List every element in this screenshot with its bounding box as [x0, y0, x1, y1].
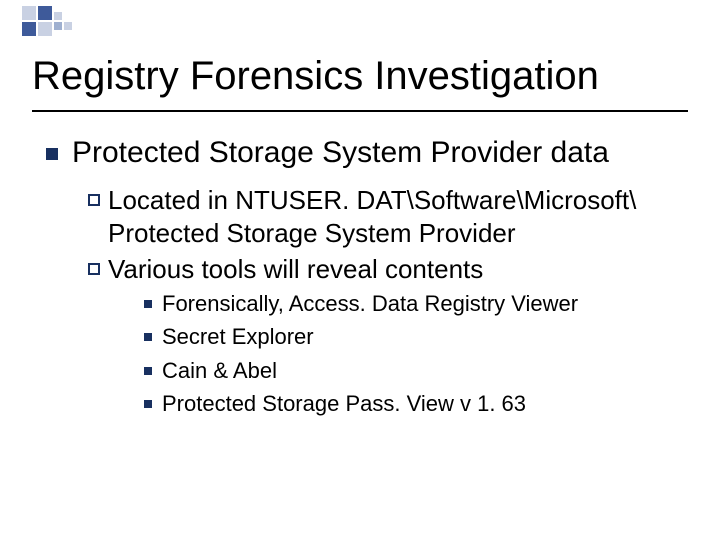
slide-body: Protected Storage System Provider data L… [46, 136, 680, 424]
list-item-text: Protected Storage Pass. View v 1. 63 [162, 390, 680, 419]
list-item: Forensically, Access. Data Registry View… [144, 290, 680, 319]
square-bullet-icon [46, 148, 58, 160]
small-square-bullet-icon [144, 367, 152, 375]
slide-title: Registry Forensics Investigation [32, 54, 599, 99]
list-item-text: Secret Explorer [162, 323, 680, 352]
slide: Registry Forensics Investigation Protect… [0, 0, 720, 540]
list-item-text: Located in NTUSER. DAT\Software\Microsof… [108, 184, 680, 249]
list-item: Cain & Abel [144, 357, 680, 386]
list-item-text: Protected Storage System Provider data [72, 136, 680, 170]
list-item: Secret Explorer [144, 323, 680, 352]
list-item-text: Forensically, Access. Data Registry View… [162, 290, 680, 319]
list-item: Located in NTUSER. DAT\Software\Microsof… [88, 184, 680, 249]
list-item: Protected Storage System Provider data [46, 136, 680, 170]
list-item-text: Various tools will reveal contents [108, 253, 680, 286]
list-item: Protected Storage Pass. View v 1. 63 [144, 390, 680, 419]
list-item: Various tools will reveal contents [88, 253, 680, 286]
title-underline [32, 110, 688, 112]
list-item-text: Cain & Abel [162, 357, 680, 386]
small-square-bullet-icon [144, 300, 152, 308]
small-square-bullet-icon [144, 333, 152, 341]
hollow-square-bullet-icon [88, 194, 100, 206]
hollow-square-bullet-icon [88, 263, 100, 275]
small-square-bullet-icon [144, 400, 152, 408]
